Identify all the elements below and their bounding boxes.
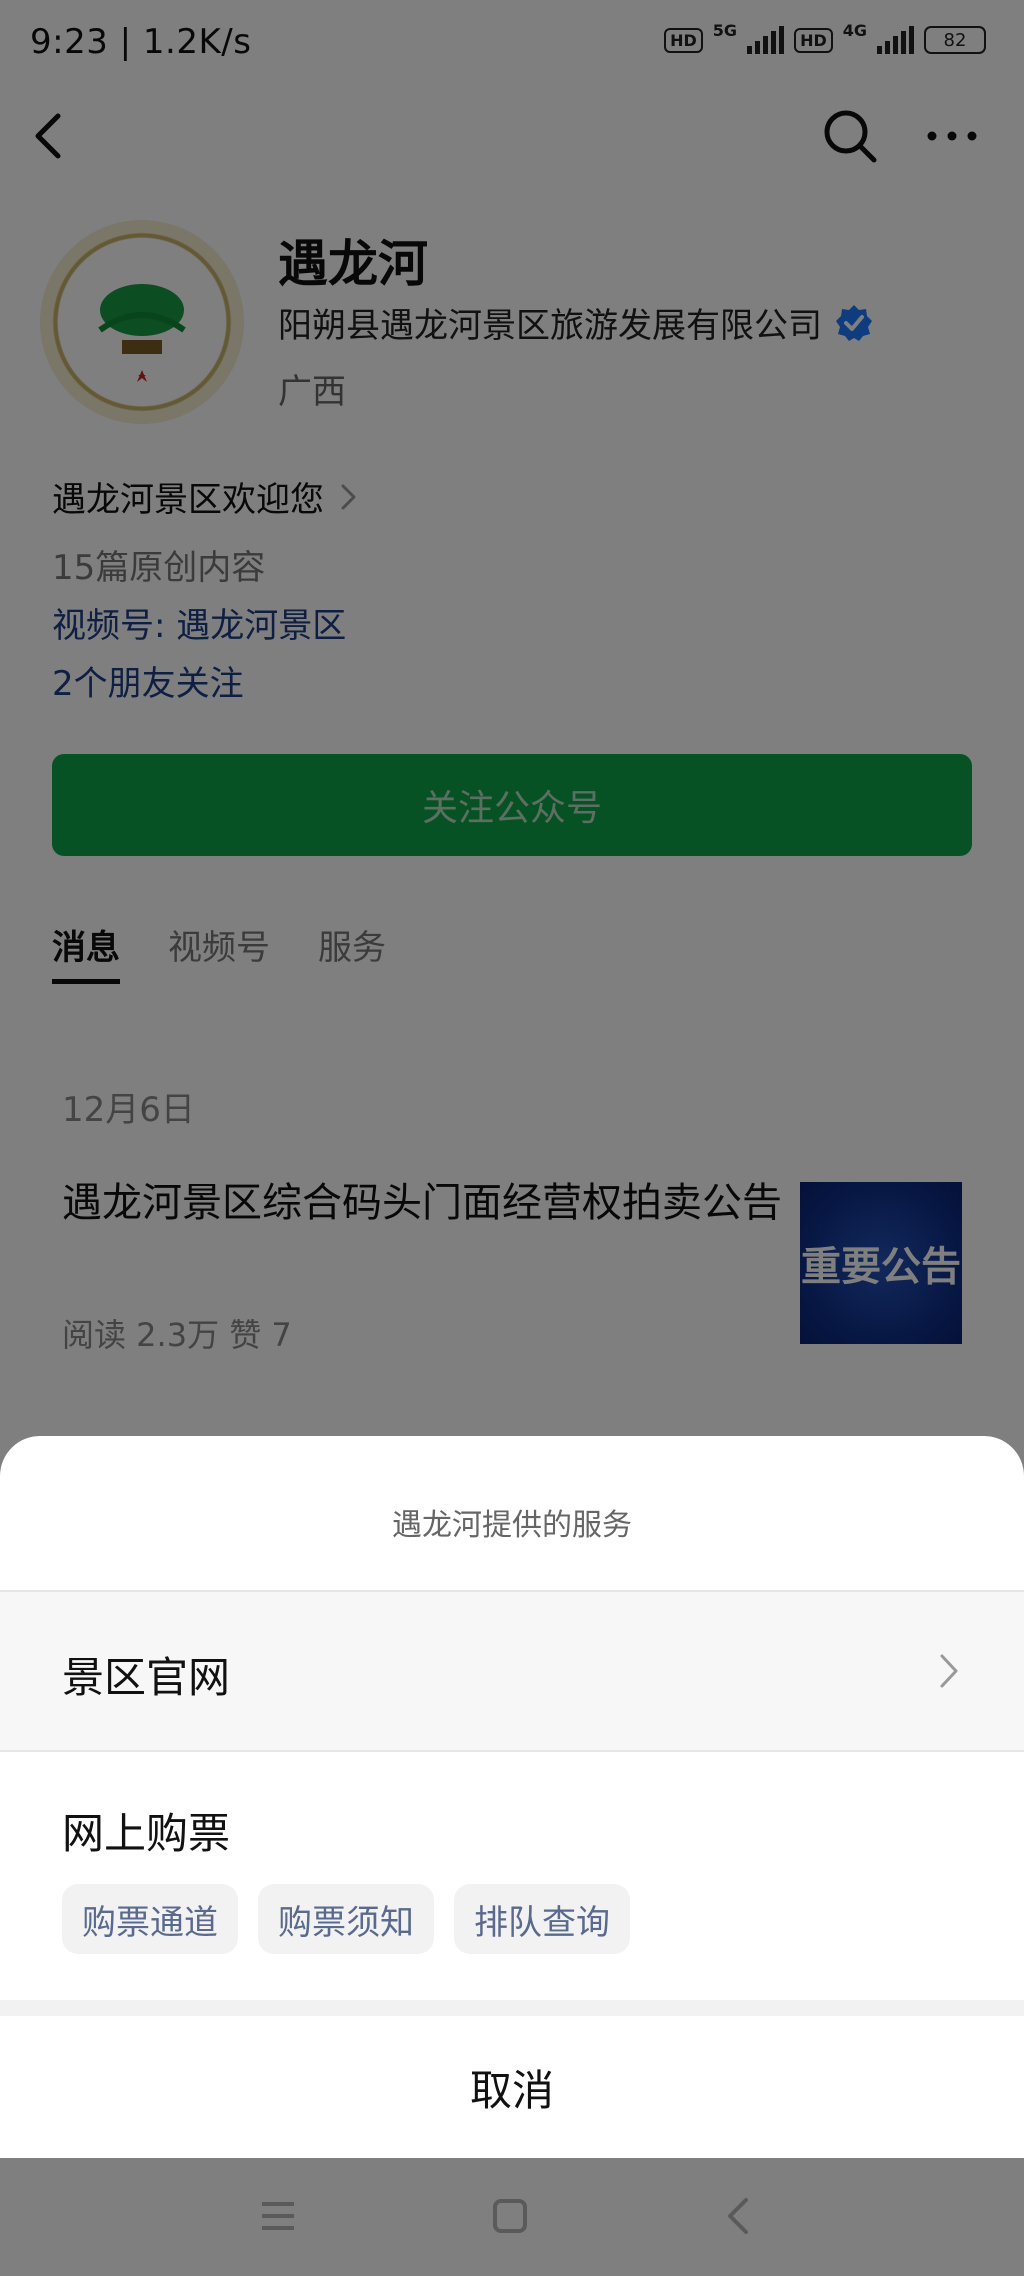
system-back-icon[interactable] — [720, 2196, 760, 2236]
menu-icon[interactable] — [258, 2196, 298, 2236]
home-icon[interactable] — [490, 2196, 530, 2236]
ticket-channel-button[interactable]: 购票通道 — [62, 1884, 238, 1954]
sheet-title: 遇龙河提供的服务 — [392, 1508, 632, 1543]
ticket-options: 购票通道 购票须知 排队查询 — [62, 1884, 630, 1954]
system-nav-bar — [0, 2158, 1024, 2276]
official-site-label: 景区官网 — [62, 1653, 231, 1702]
online-ticketing-label: 网上购票 — [62, 1809, 231, 1858]
ticket-notice-button[interactable]: 购票须知 — [258, 1884, 434, 1954]
cancel-button[interactable]: 取消 — [0, 2016, 1024, 2158]
chevron-right-icon — [940, 1654, 958, 1688]
queue-query-button[interactable]: 排队查询 — [454, 1884, 630, 1954]
official-site-row[interactable]: 景区官网 — [0, 1592, 1024, 1750]
divider — [0, 1750, 1024, 1752]
sheet-separator — [0, 2000, 1024, 2016]
